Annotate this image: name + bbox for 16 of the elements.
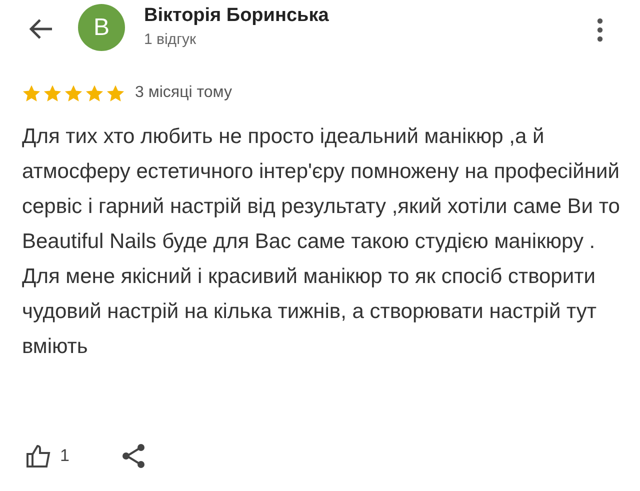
like-button[interactable]: 1: [26, 443, 70, 469]
star-icon: [64, 84, 83, 102]
star-icon: [85, 84, 104, 102]
review-text: Для тих хто любить не просто ідеальний манікюр ,а й атмосферу естетичного інтер'єру помножену на професійний сервіс і гарний настрій від результату ,який хотіли саме Ви то Beautiful Nails буде для Вас саме такою студією манікюру . Для мене якісний і красивий манікюр то як спосіб створити чудовий настрій на кілька тижнів, а створювати настрій тут вміють: [22, 124, 621, 360]
star-icon: [43, 84, 62, 102]
share-icon: [121, 443, 148, 469]
share-button[interactable]: [121, 443, 148, 469]
thumbs-up-icon: [26, 444, 52, 468]
review-count: 1 відгук: [144, 30, 198, 50]
star-icon: [106, 84, 125, 102]
star-icon: [22, 84, 41, 102]
review-time: 3 місяці тому: [135, 83, 232, 103]
reviewer-name: Вікторія Боринська: [144, 4, 329, 28]
back-arrow-icon: [28, 18, 54, 40]
avatar: B: [78, 4, 125, 51]
more-icon: [597, 18, 603, 42]
